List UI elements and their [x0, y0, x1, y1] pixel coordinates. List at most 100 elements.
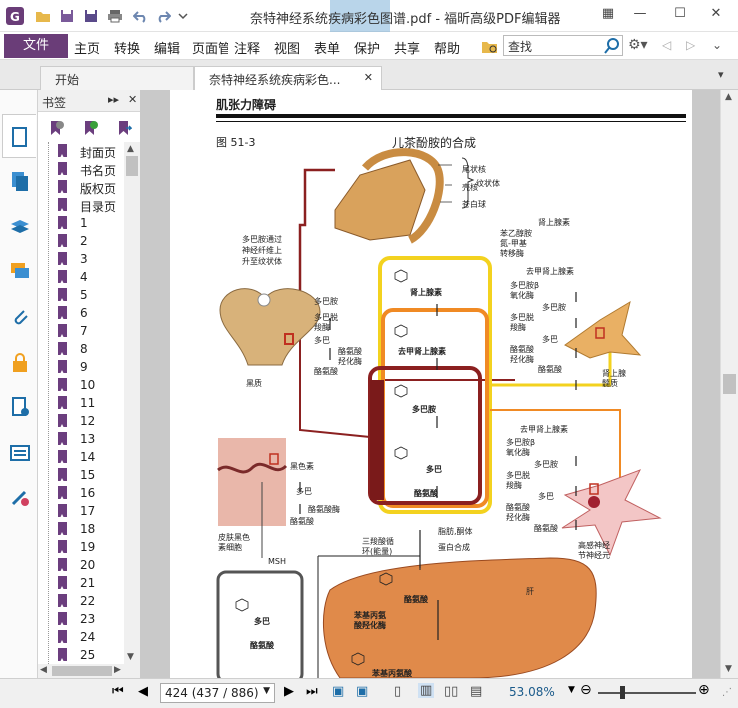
zoom-level[interactable]: 53.08%: [509, 685, 555, 699]
maximize-button[interactable]: ☐: [670, 6, 690, 24]
print-icon[interactable]: [106, 7, 124, 25]
menu-page-manage[interactable]: 页面管: [192, 38, 228, 57]
bookmark-item[interactable]: 24: [48, 628, 124, 646]
tab-document[interactable]: 奈特神经系统疾病彩色... ✕: [194, 66, 382, 90]
content-panel-icon[interactable]: [9, 442, 31, 464]
bookmark-item[interactable]: 11: [48, 394, 124, 412]
tab-start[interactable]: 开始: [40, 66, 194, 90]
continuous-page-icon[interactable]: ▥: [418, 683, 435, 698]
bookmark-item[interactable]: 5: [48, 286, 124, 304]
save-as-icon[interactable]: [82, 7, 100, 25]
attachments-panel-icon[interactable]: [9, 306, 31, 328]
bookmark-item[interactable]: 目录页: [48, 196, 124, 214]
prev-view-icon[interactable]: ▣: [332, 684, 344, 699]
panel-close-icon[interactable]: ✕: [128, 93, 137, 106]
save-icon[interactable]: [58, 7, 76, 25]
search-icon[interactable]: [603, 37, 621, 55]
bookmark-item[interactable]: 3: [48, 250, 124, 268]
comments-panel-icon[interactable]: [9, 260, 31, 282]
bookmark-item[interactable]: 8: [48, 340, 124, 358]
doc-scroll-up-icon[interactable]: ▲: [725, 92, 732, 102]
bookmark-item[interactable]: 10: [48, 376, 124, 394]
menu-convert[interactable]: 转换: [114, 38, 140, 57]
bookmark-item[interactable]: 16: [48, 484, 124, 502]
document-view[interactable]: 肌张力障碍 图 51-3 儿茶酚胺的合成 尾状核 壳核 苍白球 纹状体 多巴胺通…: [140, 90, 720, 678]
doc-scroll-thumb[interactable]: [723, 374, 736, 394]
doc-scroll-down-icon[interactable]: ▼: [725, 664, 732, 674]
open-folder-icon[interactable]: [34, 7, 52, 25]
page-dropdown-icon[interactable]: ▼: [263, 686, 270, 696]
bookmark-item[interactable]: 书名页: [48, 160, 124, 178]
security-panel-icon[interactable]: [9, 352, 31, 374]
scroll-up-icon[interactable]: ▲: [127, 144, 134, 154]
add-bookmark-icon[interactable]: [82, 120, 98, 136]
bookmark-item[interactable]: 23: [48, 610, 124, 628]
bookmark-item[interactable]: 7: [48, 322, 124, 340]
prev-arrow-icon[interactable]: ◁: [662, 38, 671, 52]
bookmark-item[interactable]: 20: [48, 556, 124, 574]
ribbon-collapse-icon[interactable]: ⌄: [712, 38, 722, 52]
scroll-left-icon[interactable]: ◀: [40, 665, 47, 675]
bookmark-item[interactable]: 6: [48, 304, 124, 322]
zoom-in-icon[interactable]: ⊕: [698, 682, 710, 698]
close-tab-icon[interactable]: ✕: [364, 71, 373, 84]
bookmark-hscrollbar[interactable]: ◀ ▶: [38, 664, 124, 678]
layers-panel-icon[interactable]: [9, 216, 31, 238]
bookmark-item[interactable]: 22: [48, 592, 124, 610]
scroll-right-icon[interactable]: ▶: [114, 665, 121, 675]
bookmark-item[interactable]: 19: [48, 538, 124, 556]
bookmark-item[interactable]: 1: [48, 214, 124, 232]
menu-protect[interactable]: 保护: [354, 38, 380, 57]
menu-edit[interactable]: 编辑: [154, 38, 180, 57]
menu-home[interactable]: 主页: [74, 38, 100, 57]
bookmark-item[interactable]: 21: [48, 574, 124, 592]
zoom-slider-track[interactable]: [598, 692, 696, 694]
bookmark-scrollbar[interactable]: ▲ ▼: [124, 142, 140, 678]
single-page-icon[interactable]: ▯: [394, 684, 401, 699]
tab-list-icon[interactable]: ▾: [718, 68, 724, 81]
next-arrow-icon[interactable]: ▷: [686, 38, 695, 52]
page-number-input[interactable]: 424 (437 / 886) ▼: [160, 683, 275, 703]
menu-help[interactable]: 帮助: [434, 38, 460, 57]
document-vscrollbar[interactable]: ▲ ▼: [720, 90, 738, 678]
last-page-icon[interactable]: ⏭: [306, 684, 318, 699]
layout-icon[interactable]: ▦: [598, 6, 618, 24]
undo-icon[interactable]: [132, 7, 150, 25]
bookmark-item[interactable]: 18: [48, 520, 124, 538]
bookmark-options-icon[interactable]: [116, 120, 133, 136]
bookmark-item[interactable]: 13: [48, 430, 124, 448]
bookmark-item[interactable]: 14: [48, 448, 124, 466]
next-view-icon[interactable]: ▣: [356, 684, 368, 699]
bookmark-item[interactable]: 4: [48, 268, 124, 286]
menu-share[interactable]: 共享: [394, 38, 420, 57]
redo-icon[interactable]: [154, 7, 172, 25]
find-folder-icon[interactable]: [481, 37, 499, 55]
minimize-button[interactable]: —: [630, 6, 650, 24]
bookmark-item[interactable]: 25: [48, 646, 124, 664]
bookmark-hscroll-thumb[interactable]: [52, 666, 112, 676]
zoom-dropdown-icon[interactable]: ▼: [568, 685, 575, 695]
file-menu-button[interactable]: 文件: [4, 34, 68, 58]
bookmark-item[interactable]: 12: [48, 412, 124, 430]
bookmark-scroll-thumb[interactable]: [126, 156, 138, 176]
next-page-icon[interactable]: ▶: [284, 684, 294, 699]
panel-expand-icon[interactable]: ▸▸: [108, 93, 119, 106]
close-button[interactable]: ✕: [706, 6, 726, 24]
pages-panel-icon[interactable]: [9, 170, 31, 192]
bookmark-item[interactable]: 封面页: [48, 142, 124, 160]
bookmark-item[interactable]: 15: [48, 466, 124, 484]
first-page-icon[interactable]: ⏮: [112, 684, 124, 699]
delete-bookmark-icon[interactable]: [48, 120, 64, 136]
settings-icon[interactable]: ⚙▾: [628, 37, 654, 55]
bookmark-item[interactable]: 17: [48, 502, 124, 520]
prev-page-icon[interactable]: ◀: [138, 684, 148, 699]
menu-view[interactable]: 视图: [274, 38, 300, 57]
continuous-facing-icon[interactable]: ▤: [470, 684, 482, 699]
bookmark-item[interactable]: 2: [48, 232, 124, 250]
menu-comment[interactable]: 注释: [234, 38, 260, 57]
bookmark-item[interactable]: 9: [48, 358, 124, 376]
bookmark-panel-icon[interactable]: [9, 126, 31, 148]
facing-page-icon[interactable]: ▯▯: [444, 684, 458, 699]
quick-access-dropdown-icon[interactable]: [174, 7, 192, 25]
zoom-out-icon[interactable]: ⊖: [580, 682, 592, 698]
